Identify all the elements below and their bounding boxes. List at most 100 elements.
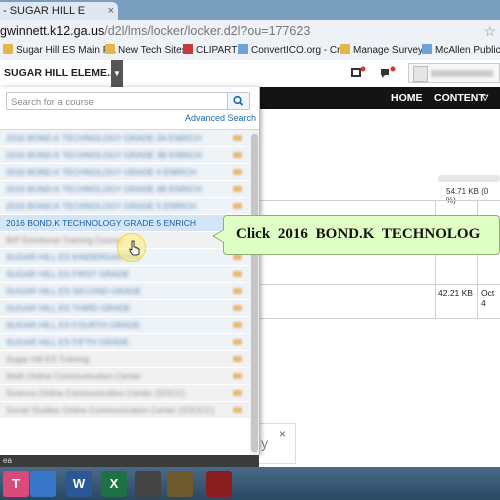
pin-icon[interactable] <box>233 339 242 345</box>
course-list-item[interactable]: 2016 BOND.K TECHNOLOGY GRADE 4B ENRICH <box>0 181 250 198</box>
pin-icon[interactable] <box>233 186 242 192</box>
status-strip: ea <box>0 455 259 467</box>
course-name: 2016 BOND.K TECHNOLOGY GRADE 5 ENRICH <box>6 218 197 228</box>
os-taskbar: T WX <box>0 467 500 500</box>
word-icon[interactable]: W <box>66 471 92 497</box>
folder-icon <box>340 44 350 54</box>
close-icon[interactable]: × <box>279 427 286 441</box>
pin-icon[interactable] <box>233 152 242 158</box>
pin-icon[interactable] <box>233 203 242 209</box>
course-name: BrP Emotional Training Course <box>6 235 123 245</box>
app-icon[interactable] <box>206 471 232 497</box>
hand-cursor-icon <box>129 240 140 256</box>
course-list-item[interactable]: 2016 BOND.K TECHNOLOGY GRADE 4 ENRICH <box>0 164 250 181</box>
course-list-item[interactable]: SUGAR HILL ES FIRST GRADE <box>0 266 250 283</box>
pin-icon[interactable] <box>233 288 242 294</box>
folder-icon <box>183 44 193 54</box>
browser-titlebar: - SUGAR HILL E × <box>0 0 500 20</box>
chrome-icon[interactable] <box>30 471 56 497</box>
course-name: Sugar Hill ES Training <box>6 354 90 364</box>
bookmark-label: Sugar Hill ES Main P... <box>16 45 117 56</box>
course-list-item[interactable]: Social Studies Online Communication Cent… <box>0 402 250 419</box>
table-divider <box>259 284 500 285</box>
course-name: SUGAR HILL ES FIRST GRADE <box>6 269 130 279</box>
message-alerts-icon[interactable] <box>350 66 366 83</box>
file-size: 42.21 KB <box>438 288 473 298</box>
pin-icon[interactable] <box>233 407 242 413</box>
course-list-item[interactable]: SUGAR HILL ES SECOND GRADE <box>0 283 250 300</box>
course-search <box>6 92 250 111</box>
storage-progress-bar <box>438 175 500 182</box>
bookmark-label: ConvertICO.org - Cr... <box>251 45 349 56</box>
pin-icon[interactable] <box>233 169 242 175</box>
url-text[interactable]: gwinnett.k12.ga.us/d2l/lms/locker/locker… <box>0 22 310 40</box>
bookmark-label: McAllen Public Li <box>435 45 500 56</box>
tasks-icon[interactable]: T <box>3 471 29 497</box>
pin-icon[interactable] <box>233 390 242 396</box>
address-bar[interactable]: gwinnett.k12.ga.us/d2l/lms/locker/locker… <box>0 20 500 43</box>
tab-close-icon[interactable]: × <box>108 2 114 20</box>
user-name-redacted <box>431 70 493 77</box>
snipping-icon[interactable] <box>135 471 161 497</box>
table-divider <box>259 200 500 201</box>
pin-icon[interactable] <box>233 135 242 141</box>
excel-icon[interactable]: X <box>101 471 127 497</box>
pin-icon[interactable] <box>233 322 242 328</box>
url-path: /d2l/lms/locker/locker.d2l?ou=177623 <box>104 24 311 38</box>
user-menu[interactable] <box>408 63 500 83</box>
bookmark-item[interactable]: CLIPART <box>183 42 237 60</box>
bookmark-item[interactable]: McAllen Public Li <box>422 42 500 60</box>
search-icon <box>233 95 244 106</box>
course-selector-dropdown: Advanced Search 2016 BOND.K TECHNOLOGY G… <box>0 87 260 455</box>
scrollbar-thumb[interactable] <box>251 134 258 452</box>
taskbar-glyph <box>167 471 193 497</box>
folder-icon[interactable] <box>167 471 193 497</box>
pin-icon[interactable] <box>233 305 242 311</box>
subscription-alerts-icon[interactable] <box>380 66 396 83</box>
course-name: SUGAR HILL ES THIRD GRADE <box>6 303 131 313</box>
page-icon <box>422 44 432 54</box>
course-name: Math Online Communication Center <box>6 371 142 381</box>
nav-content[interactable]: CONTENT <box>434 87 485 109</box>
org-selector[interactable]: SUGAR HILL ELEME... <box>0 60 123 87</box>
course-list-item[interactable]: Science Online Communication Center (SOC… <box>0 385 250 402</box>
course-name: SUGAR HILL ES FIFTH GRADE <box>6 337 129 347</box>
bookmark-item[interactable]: Manage Surveys <box>340 42 428 60</box>
course-list-item[interactable]: 2016 BOND.K TECHNOLOGY GRADE 5 ENRICH <box>0 198 250 215</box>
course-list-item[interactable]: Math Online Communication Center <box>0 368 250 385</box>
bookmark-item[interactable]: ConvertICO.org - Cr... <box>238 42 348 60</box>
course-list-item[interactable]: 2016 BOND.K TECHNOLOGY GRADE 3A ENRICH <box>0 130 250 147</box>
scrollbar[interactable] <box>250 130 259 455</box>
course-list-item[interactable]: 2016 BOND.K TECHNOLOGY GRADE 3B ENRICH <box>0 147 250 164</box>
bookmark-star-icon[interactable]: ☆ <box>483 22 496 40</box>
pin-icon[interactable] <box>233 373 242 379</box>
pin-icon[interactable] <box>233 271 242 277</box>
browser-tab[interactable]: - SUGAR HILL E × <box>0 2 118 20</box>
chevron-down-icon[interactable]: ▽ <box>482 87 488 109</box>
search-input[interactable] <box>7 93 235 111</box>
chevron-down-icon[interactable]: ▼ <box>111 60 123 87</box>
search-button[interactable] <box>227 93 249 109</box>
advanced-search-link[interactable]: Advanced Search <box>185 113 256 123</box>
course-name: Science Online Communication Center (SOC… <box>6 388 186 398</box>
file-date: Oct 4 <box>481 288 495 308</box>
callout-pointer-fill <box>214 230 224 242</box>
course-list-item[interactable]: SUGAR HILL ES FOURTH GRADE <box>0 317 250 334</box>
course-list: 2016 BOND.K TECHNOLOGY GRADE 3A ENRICH 20… <box>0 130 250 419</box>
nav-home[interactable]: HOME <box>391 87 423 109</box>
pin-icon[interactable] <box>233 356 242 362</box>
bookmark-item[interactable]: Sugar Hill ES Main P... <box>3 42 116 60</box>
storage-used: 54.71 KB (0 %) <box>446 187 489 205</box>
bookmark-item[interactable]: New Tech Sites <box>105 42 187 60</box>
course-list-item[interactable]: SUGAR HILL ES THIRD GRADE <box>0 300 250 317</box>
minibar: SUGAR HILL ELEME... ▼ <box>0 60 500 88</box>
org-name: SUGAR HILL ELEME... <box>4 67 116 79</box>
course-list-item[interactable]: Sugar Hill ES Training <box>0 351 250 368</box>
course-name: 2016 BOND.K TECHNOLOGY GRADE 3A ENRICH <box>6 133 202 143</box>
course-list-item[interactable]: SUGAR HILL ES FIFTH GRADE <box>0 334 250 351</box>
folder-icon <box>105 44 115 54</box>
callout-text: Click 2016 BOND.K TECHNOLOG <box>236 226 481 242</box>
folder-icon <box>3 44 13 54</box>
page-icon <box>238 44 248 54</box>
course-name: 2016 BOND.K TECHNOLOGY GRADE 4 ENRICH <box>6 167 197 177</box>
